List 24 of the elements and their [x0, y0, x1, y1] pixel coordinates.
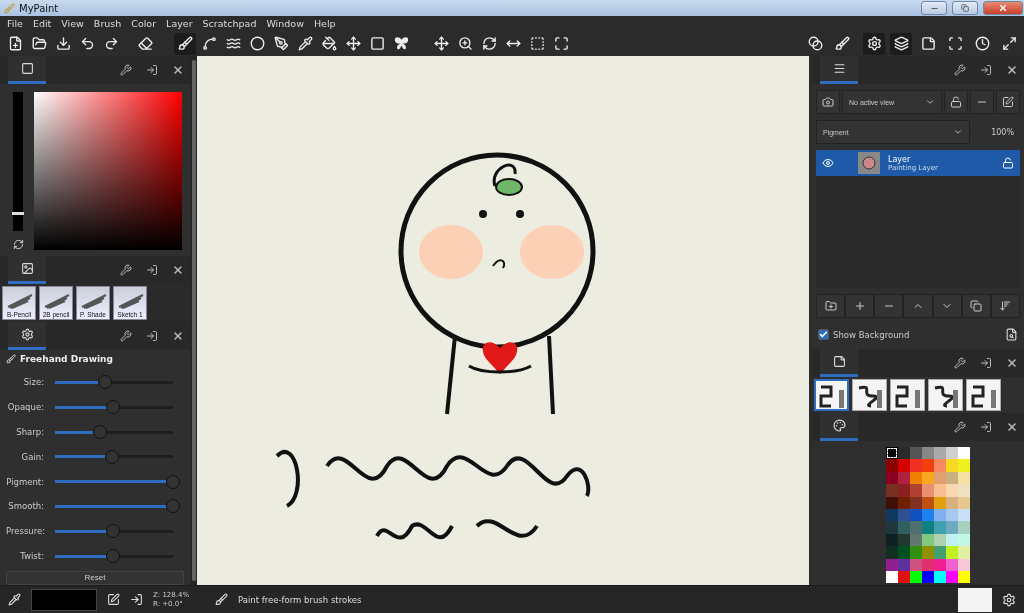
menu-item[interactable]: File: [2, 18, 28, 29]
menu-item[interactable]: View: [56, 18, 89, 29]
menu-item[interactable]: Color: [126, 18, 162, 29]
slider-label: Size:: [22, 377, 44, 388]
reset-button[interactable]: Reset: [6, 570, 184, 585]
layer-name: Layer: [888, 154, 911, 164]
menu-item[interactable]: Edit: [27, 18, 57, 29]
checkbox-label: Show Background: [833, 329, 911, 340]
menu-item[interactable]: Layer: [161, 18, 198, 29]
brush-title: Freehand Drawing: [20, 354, 113, 364]
status-message: Paint free-form brush strokes: [238, 594, 363, 605]
slider-label: Smooth:: [7, 501, 44, 512]
window-title: MyPaint: [19, 2, 60, 14]
slider-label: Pressure:: [6, 526, 44, 537]
menu-item[interactable]: Window: [261, 18, 309, 29]
slider-label: Pigment:: [6, 476, 44, 487]
slider-label: Sharp:: [15, 427, 44, 438]
opacity-value: 100%: [990, 127, 1015, 137]
slider-label: Twist:: [19, 551, 44, 562]
slider-label: Gain:: [20, 451, 44, 462]
menu-item[interactable]: Scratchpad: [197, 18, 262, 29]
menu-item[interactable]: Help: [308, 18, 341, 29]
slider-label: Opaque:: [6, 402, 44, 413]
menu-item[interactable]: Brush: [88, 18, 127, 29]
